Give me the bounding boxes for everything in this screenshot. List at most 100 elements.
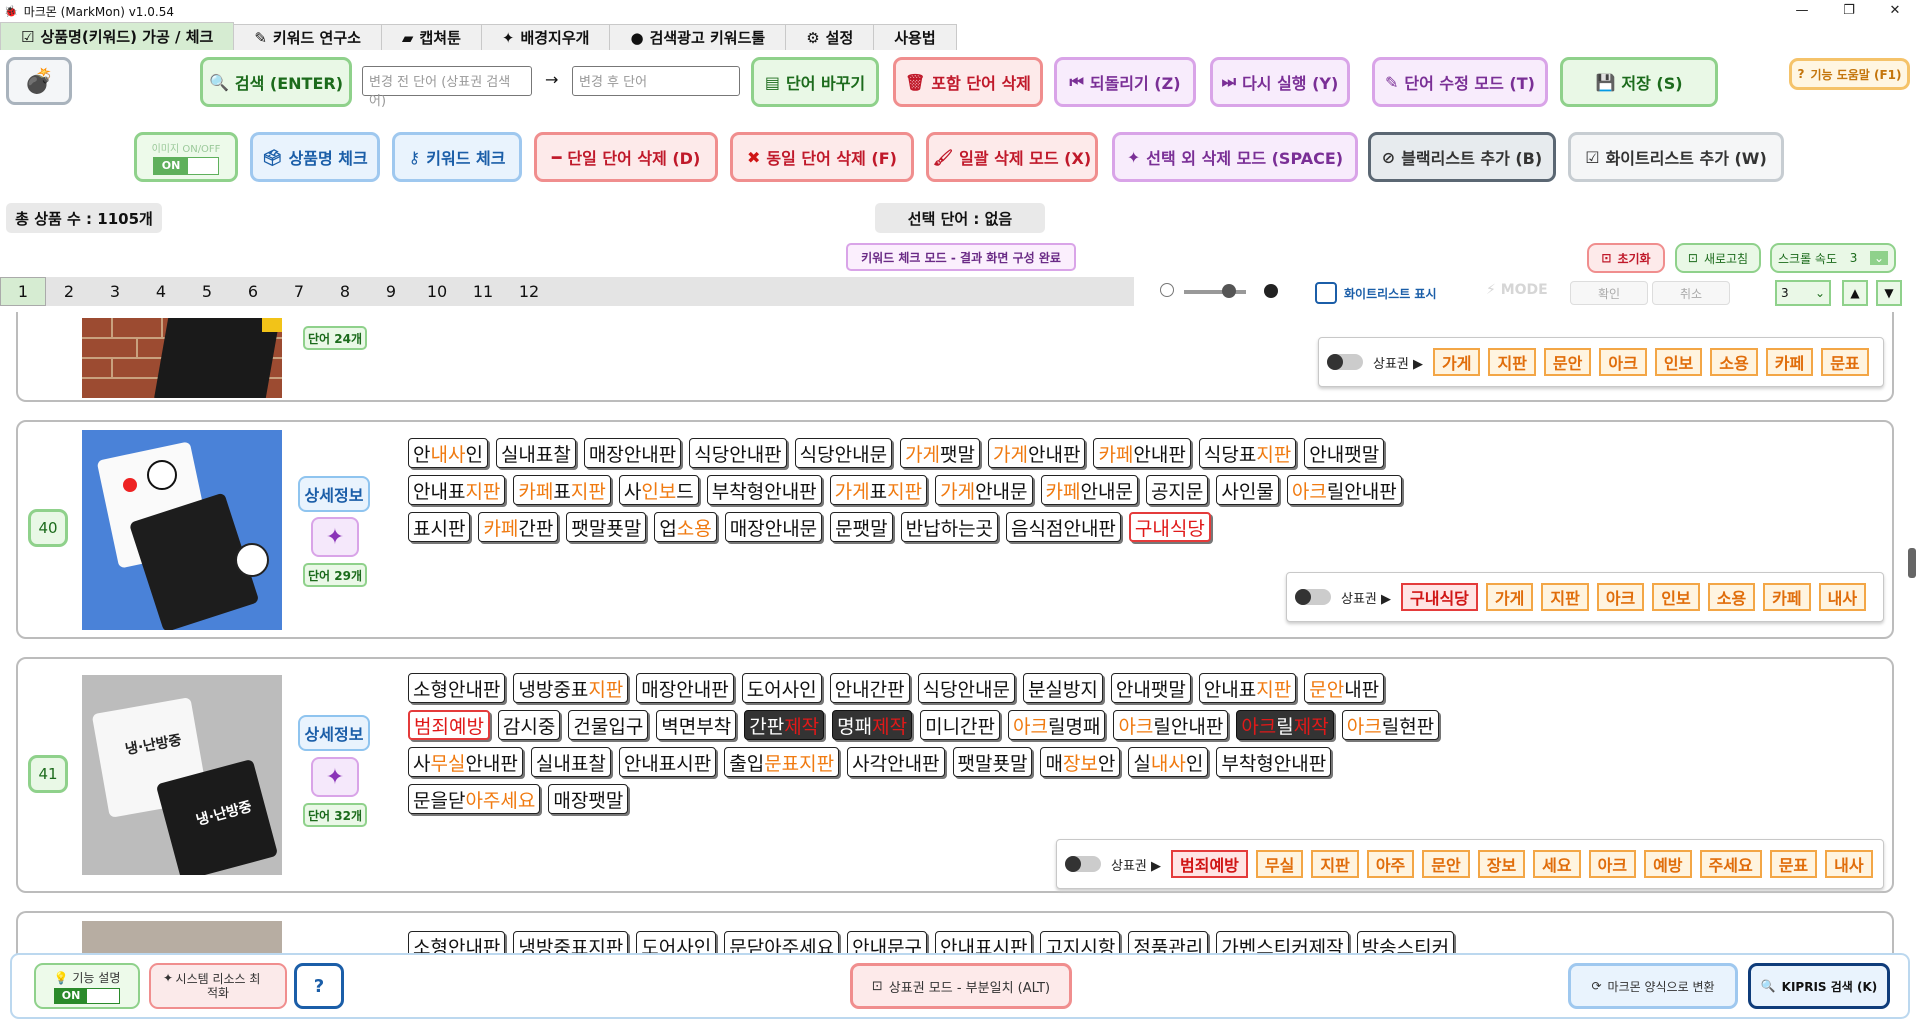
keyword-chip[interactable]: 음식점안내판: [1006, 512, 1121, 542]
tab-background-eraser[interactable]: ✦ 배경지우개: [480, 24, 611, 50]
save-button[interactable]: 💾 저장 (S): [1560, 57, 1718, 107]
bulk-delete-button[interactable]: 🖌 일괄 삭제 모드 (X): [926, 132, 1098, 182]
help-toggle[interactable]: 💡 기능 설명 ON: [34, 963, 140, 1009]
trademark-chip[interactable]: 문표: [1821, 348, 1869, 376]
keyword-chip[interactable]: 식당안내판: [689, 438, 787, 468]
trademark-chip[interactable]: 내사: [1818, 583, 1867, 611]
zoom-slider-handle[interactable]: [1222, 284, 1236, 298]
tab-keyword-lab[interactable]: ✎ 키워드 연구소: [233, 24, 382, 50]
trademark-chip[interactable]: 문안: [1543, 348, 1592, 376]
keyword-chip[interactable]: 분실방지: [1022, 673, 1103, 703]
before-word-input[interactable]: 변경 전 단어 (상표권 검색어): [362, 66, 532, 109]
page-tab-9[interactable]: 9: [368, 277, 414, 306]
page-tab-11[interactable]: 11: [460, 277, 506, 306]
maximize-button[interactable]: ❐: [1827, 0, 1871, 22]
keyword-chip[interactable]: 사인물: [1216, 475, 1279, 505]
trademark-chip[interactable]: 인보: [1654, 348, 1703, 376]
keyword-chip[interactable]: 부착형안내판: [706, 475, 822, 505]
help-button[interactable]: ? 기능 도움말 (F1): [1789, 58, 1910, 90]
trademark-toggle[interactable]: [1295, 589, 1331, 605]
bomb-button[interactable]: 💣: [6, 57, 72, 105]
trademark-chip[interactable]: 아주: [1366, 850, 1415, 878]
scroll-speed-select[interactable]: 스크롤 속도 3 ⌄: [1770, 243, 1896, 273]
keyword-chip[interactable]: 부착형안내판: [1216, 747, 1332, 777]
keyword-chip[interactable]: 벽면부착: [656, 710, 737, 740]
detail-button[interactable]: 상세정보: [298, 715, 370, 751]
keyword-chip[interactable]: 소형안내판: [408, 673, 506, 703]
keyword-chip[interactable]: 구내식당: [1128, 512, 1211, 542]
kipris-search-button[interactable]: 🔍 KIPRIS 검색 (K): [1748, 963, 1890, 1009]
page-tab-5[interactable]: 5: [184, 277, 230, 306]
whitelist-checkbox[interactable]: [1315, 282, 1337, 304]
keyword-chip[interactable]: 실내표찰: [530, 747, 611, 777]
keyword-chip[interactable]: 카페 표 지판: [513, 475, 611, 505]
trademark-chip[interactable]: 내사: [1825, 850, 1873, 878]
keyword-chip[interactable]: 식당안내문: [794, 438, 893, 468]
keyword-chip[interactable]: 가게 표 지판: [829, 475, 928, 505]
keyword-chip[interactable]: 식당표 지판: [1198, 438, 1297, 468]
after-word-input[interactable]: 변경 후 단어: [572, 66, 740, 96]
page-tab-6[interactable]: 6: [230, 277, 276, 306]
search-button[interactable]: 🔍 검색 (ENTER): [200, 57, 352, 107]
trademark-chip[interactable]: 가게: [1485, 583, 1534, 611]
trademark-chip[interactable]: 인보: [1652, 583, 1700, 611]
tab-capture[interactable]: ▰ 캡쳐툰: [380, 24, 482, 50]
product-check-button[interactable]: 🗳 상품명 체크: [250, 132, 380, 182]
trademark-chip[interactable]: 지판: [1311, 850, 1359, 878]
keyword-chip[interactable]: 미니간판: [920, 710, 1001, 740]
keyword-chip[interactable]: 카페 안내문: [1040, 475, 1138, 505]
reset-button[interactable]: ⊡ 초기화: [1587, 243, 1665, 273]
page-select[interactable]: 3 ⌄: [1775, 280, 1831, 306]
trademark-chip[interactable]: 주세요: [1699, 850, 1762, 878]
convert-button[interactable]: ⟳ 마크몬 양식으로 변환: [1568, 963, 1738, 1009]
zoom-slider[interactable]: [1184, 290, 1246, 294]
trademark-chip[interactable]: 소용: [1707, 583, 1756, 611]
page-tab-4[interactable]: 4: [138, 277, 184, 306]
trademark-chip[interactable]: 무실: [1255, 850, 1304, 878]
blacklist-button[interactable]: ⊘ 블랙리스트 추가 (B): [1368, 132, 1556, 182]
scroll-up-button[interactable]: ▲: [1842, 280, 1868, 306]
keyword-chip[interactable]: 건물입구: [568, 710, 649, 740]
keyword-chip[interactable]: 매장안내판: [583, 438, 682, 468]
undo-button[interactable]: ⏮ 되돌리기 (Z): [1054, 57, 1196, 107]
same-delete-button[interactable]: ✖ 동일 단어 삭제 (F): [730, 132, 914, 182]
keyword-chip[interactable]: 안 내사 인: [408, 438, 488, 468]
page-tab-10[interactable]: 10: [414, 277, 460, 306]
keyword-chip[interactable]: 출입 문표 지판: [724, 747, 840, 777]
keyword-chip[interactable]: 사각안내판: [847, 747, 945, 777]
replace-word-button[interactable]: ▤ 단어 바꾸기: [751, 57, 879, 107]
keyword-chip[interactable]: 명패 제작: [832, 710, 913, 740]
page-tab-2[interactable]: 2: [46, 277, 92, 306]
tab-settings[interactable]: ⚙ 설정: [785, 24, 875, 50]
tab-usage[interactable]: 사용법: [873, 24, 957, 50]
keyword-chip[interactable]: 범죄예방: [408, 710, 490, 740]
keyword-chip[interactable]: 팻말푯말: [952, 747, 1033, 777]
trademark-mode-button[interactable]: ⊡ 상표권 모드 - 부분일치 (ALT): [850, 963, 1072, 1009]
keyword-chip[interactable]: 매 장보 안: [1040, 747, 1121, 777]
scrollbar-thumb[interactable]: [1908, 548, 1916, 578]
keyword-chip[interactable]: 문을닫 아주세요: [408, 784, 541, 814]
keyword-chip[interactable]: 매장안내문: [724, 512, 823, 542]
trademark-chip[interactable]: 아크: [1596, 583, 1645, 611]
optimize-button[interactable]: ✦ 시스템 리소스 최적화: [149, 963, 287, 1009]
trademark-toggle[interactable]: [1065, 856, 1101, 872]
keyword-chip[interactable]: 감시중: [497, 710, 561, 740]
keyword-chip[interactable]: 가게 안내문: [935, 475, 1033, 505]
keyword-chip[interactable]: 냉방중표지판: [513, 673, 629, 703]
trademark-chip[interactable]: 가게: [1433, 348, 1481, 376]
keyword-chip[interactable]: 아크 릴명패: [1008, 710, 1106, 740]
trademark-chip[interactable]: 구내식당: [1401, 583, 1478, 611]
keyword-chip[interactable]: 가게 안내판: [988, 438, 1086, 468]
whitelist-button[interactable]: ☑ 화이트리스트 추가 (W): [1568, 132, 1784, 182]
trademark-chip[interactable]: 아크: [1588, 850, 1637, 878]
keyword-chip[interactable]: 사 인보 드: [618, 475, 699, 505]
page-tab-3[interactable]: 3: [92, 277, 138, 306]
trademark-chip[interactable]: 지판: [1541, 583, 1589, 611]
trademark-toggle[interactable]: [1327, 354, 1363, 370]
keyword-chip[interactable]: 표시판: [408, 512, 471, 542]
image-toggle[interactable]: 이미지 ON/OFF ON: [134, 132, 238, 182]
keyword-chip[interactable]: 안내팻말: [1110, 673, 1191, 703]
trademark-chip[interactable]: 카페: [1763, 583, 1811, 611]
except-delete-button[interactable]: ✦ 선택 외 삭제 모드 (SPACE): [1112, 132, 1358, 182]
keyword-chip[interactable]: 문안 내판: [1304, 673, 1385, 703]
